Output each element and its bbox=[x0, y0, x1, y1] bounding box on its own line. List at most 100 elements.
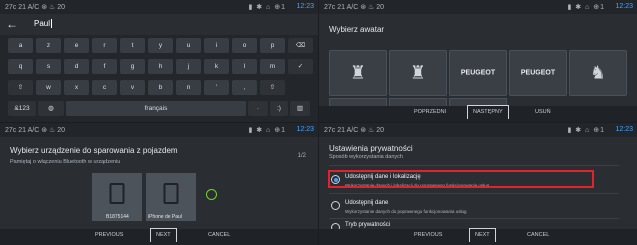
status-icons: ▮ ✱ ⌂ ⊕1 bbox=[567, 4, 605, 11]
status-left: 27c 21 A/C ⊛ ♨ 20 bbox=[324, 127, 385, 134]
symbols-key[interactable]: &123 bbox=[8, 101, 36, 116]
space-key[interactable]: français bbox=[66, 101, 246, 116]
keyboard-key[interactable]: a bbox=[8, 38, 33, 53]
clock: 12:23 bbox=[296, 3, 314, 10]
status-dot-icon bbox=[206, 189, 217, 200]
keyboard-key[interactable]: u bbox=[176, 38, 201, 53]
keyboard-screen: 27c 21 A/C ⊛ ♨ 20 ▮ ✱ ⌂ ⊕1 12:23 ← Paul … bbox=[0, 0, 318, 122]
page-subtitle: Sposób wykorzystania danych bbox=[329, 154, 403, 160]
dot-key[interactable]: · bbox=[248, 101, 268, 116]
keyboard-key[interactable]: ⇧ bbox=[8, 80, 33, 95]
status-bar: 27c 21 A/C ⊛ ♨ 20 ▮ ✱ ⌂ ⊕1 12:23 bbox=[319, 123, 637, 137]
page-subtitle: Pamiętaj o włączeniu Bluetooth w urządze… bbox=[10, 159, 121, 165]
keyboard-key[interactable]: ⇧ bbox=[260, 80, 285, 95]
keyboard-key[interactable]: q bbox=[8, 59, 33, 74]
keyboard-key[interactable]: p bbox=[260, 38, 285, 53]
previous-button[interactable]: PREVIOUS bbox=[95, 232, 123, 238]
status-bar: 27c 21 A/C ⊛ ♨ 20 ▮ ✱ ⌂ ⊕1 12:23 bbox=[0, 0, 318, 14]
keyboard-key[interactable]: m bbox=[260, 59, 285, 74]
phone-icon bbox=[109, 183, 125, 204]
device-name: B1875144 bbox=[106, 214, 129, 220]
button-bar: PREVIOUS NEXT CANCEL bbox=[319, 228, 637, 245]
page-title: Wybierz urządzenie do sparowania z pojaz… bbox=[10, 146, 178, 155]
avatar-option[interactable]: ♜ bbox=[329, 50, 387, 96]
clock: 12:23 bbox=[615, 126, 633, 133]
back-arrow-icon[interactable]: ← bbox=[6, 17, 18, 31]
keyboard-key[interactable]: o bbox=[232, 38, 257, 53]
keyboard-key[interactable]: b bbox=[148, 80, 173, 95]
keyboard-key[interactable]: ✓ bbox=[288, 59, 313, 74]
keyboard-key[interactable]: , bbox=[232, 80, 257, 95]
page-indicator: 1/2 bbox=[297, 153, 306, 159]
keyboard-key[interactable]: k bbox=[204, 59, 229, 74]
highlight-frame bbox=[328, 170, 594, 188]
status-icons: ▮ ✱ ⌂ ⊕1 bbox=[567, 127, 605, 134]
keyboard-key[interactable]: i bbox=[204, 38, 229, 53]
divider bbox=[329, 165, 619, 166]
delete-button[interactable]: USUŃ bbox=[535, 109, 551, 115]
emoji-key[interactable]: :) bbox=[270, 101, 288, 116]
button-bar: POPRZEDNI NASTĘPNY USUŃ bbox=[319, 105, 637, 122]
keyboard-key[interactable]: g bbox=[120, 59, 145, 74]
keyboard: a z e r t y u i o p ⌫ q s d f g h j k l m ✓ ⇧ w x c v b n ', ⇧ &123 … bbox=[0, 35, 318, 122]
keyboard-key[interactable]: s bbox=[36, 59, 61, 74]
clock: 12:23 bbox=[615, 3, 633, 10]
page-title: Wybierz awatar bbox=[329, 25, 385, 34]
keyboard-key[interactable]: y bbox=[148, 38, 173, 53]
divider bbox=[329, 193, 619, 194]
name-input[interactable]: Paul bbox=[34, 19, 53, 29]
pair-device-screen: 27c 21 A/C ⊛ ♨ 20 ▮ ✱ ⌂ ⊕1 12:23 Wybierz… bbox=[0, 123, 318, 245]
previous-button[interactable]: POPRZEDNI bbox=[414, 109, 446, 115]
keyboard-key[interactable]: t bbox=[120, 38, 145, 53]
keyboard-key[interactable]: ⌫ bbox=[288, 38, 313, 53]
cancel-button[interactable]: CANCEL bbox=[208, 232, 230, 238]
keyboard-key[interactable]: r bbox=[92, 38, 117, 53]
clock: 12:23 bbox=[296, 126, 314, 133]
status-bar: 27c 21 A/C ⊛ ♨ 20 ▮ ✱ ⌂ ⊕1 12:23 bbox=[319, 0, 637, 14]
keyboard-key[interactable]: c bbox=[92, 80, 117, 95]
lion-emblem-icon: ♜ bbox=[349, 62, 367, 83]
keyboard-key[interactable]: d bbox=[64, 59, 89, 74]
avatar-screen: 27c 21 A/C ⊛ ♨ 20 ▮ ✱ ⌂ ⊕1 12:23 Wybierz… bbox=[319, 0, 637, 122]
page-title: Ustawienia prywatności bbox=[329, 144, 413, 153]
avatar-option[interactable]: ♞ bbox=[569, 50, 627, 96]
text-caret bbox=[51, 19, 53, 29]
privacy-screen: 27c 21 A/C ⊛ ♨ 20 ▮ ✱ ⌂ ⊕1 12:23 Ustawie… bbox=[319, 123, 637, 245]
keyboard-key[interactable]: v bbox=[120, 80, 145, 95]
radio-icon[interactable] bbox=[331, 201, 340, 210]
keyboard-key[interactable]: f bbox=[92, 59, 117, 74]
button-bar: PREVIOUS NEXT CANCEL bbox=[0, 228, 318, 245]
status-left: 27c 21 A/C ⊛ ♨ 20 bbox=[5, 127, 66, 134]
previous-button[interactable]: PREVIOUS bbox=[414, 232, 442, 238]
avatar-option[interactable]: PEUGEOT bbox=[509, 50, 567, 96]
keyboard-key[interactable]: w bbox=[36, 80, 61, 95]
option-title: Tryb prywatności bbox=[345, 222, 391, 228]
option-description: Wykorzystanie danych do poprawnego funkc… bbox=[345, 209, 467, 214]
keyboard-key[interactable]: e bbox=[64, 38, 89, 53]
lion-emblem-icon: ♜ bbox=[409, 62, 427, 83]
brand-label: PEUGEOT bbox=[520, 69, 556, 77]
status-icons: ▮ ✱ ⌂ ⊕1 bbox=[248, 4, 286, 11]
keyboard-key[interactable]: x bbox=[64, 80, 89, 95]
cancel-button[interactable]: CANCEL bbox=[527, 232, 549, 238]
keyboard-key[interactable]: ' bbox=[204, 80, 229, 95]
lion-emblem-icon: ♞ bbox=[589, 62, 607, 83]
next-button[interactable]: NASTĘPNY bbox=[467, 105, 509, 119]
next-button[interactable]: NEXT bbox=[150, 228, 177, 242]
keyboard-key[interactable]: z bbox=[36, 38, 61, 53]
avatar-option[interactable]: PEUGEOT bbox=[449, 50, 507, 96]
brand-label: PEUGEOT bbox=[460, 69, 496, 77]
keyboard-key[interactable]: l bbox=[232, 59, 257, 74]
next-button[interactable]: NEXT bbox=[469, 228, 496, 242]
status-left: 27c 21 A/C ⊛ ♨ 20 bbox=[5, 4, 66, 11]
keyboard-key[interactable]: j bbox=[176, 59, 201, 74]
hide-keyboard-key[interactable]: ▥ bbox=[290, 101, 310, 116]
status-left: 27c 21 A/C ⊛ ♨ 20 bbox=[324, 4, 385, 11]
avatar-option[interactable]: ♜ bbox=[389, 50, 447, 96]
keyboard-key[interactable]: h bbox=[148, 59, 173, 74]
keyboard-key[interactable]: n bbox=[176, 80, 201, 95]
globe-key-icon[interactable]: ◍ bbox=[38, 101, 64, 116]
status-icons: ▮ ✱ ⌂ ⊕1 bbox=[248, 127, 286, 134]
status-bar: 27c 21 A/C ⊛ ♨ 20 ▮ ✱ ⌂ ⊕1 12:23 bbox=[0, 123, 318, 137]
device-name: iPhone de Paul bbox=[148, 214, 182, 220]
